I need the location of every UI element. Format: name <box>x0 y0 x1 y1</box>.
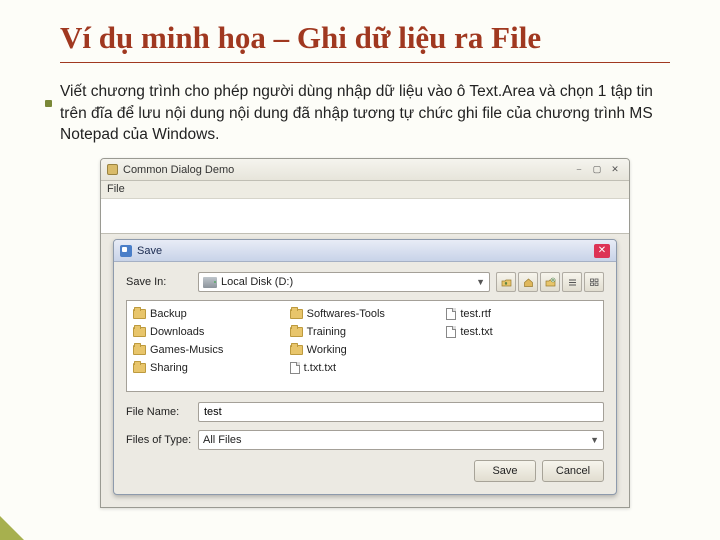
save-in-value: Local Disk (D:) <box>221 276 293 288</box>
app-title: Common Dialog Demo <box>123 164 234 176</box>
list-item[interactable]: Training <box>290 323 441 341</box>
detail-view-button[interactable] <box>584 272 604 292</box>
minimize-icon[interactable]: ⎯ <box>571 164 587 176</box>
folder-icon <box>133 345 146 355</box>
textarea-region[interactable] <box>101 199 629 234</box>
maximize-icon[interactable]: ▢ <box>589 164 605 176</box>
file-type-value: All Files <box>203 434 242 446</box>
folder-icon <box>133 309 146 319</box>
menubar: File <box>101 181 629 199</box>
java-icon <box>107 164 118 175</box>
folder-icon <box>290 327 303 337</box>
list-item[interactable]: Working <box>290 341 441 359</box>
save-button[interactable]: Save <box>474 460 536 482</box>
bullet-icon <box>45 100 52 107</box>
corner-decoration <box>0 516 24 540</box>
dialog-title: Save <box>137 245 162 257</box>
up-folder-button[interactable] <box>496 272 516 292</box>
file-name-input[interactable] <box>198 402 604 422</box>
close-icon[interactable]: ✕ <box>607 164 623 176</box>
list-item[interactable]: Sharing <box>133 359 284 377</box>
list-item[interactable]: Backup <box>133 305 284 323</box>
file-type-label: Files of Type: <box>126 434 198 446</box>
file-type-dropdown[interactable]: All Files ▼ <box>198 430 604 450</box>
list-item[interactable]: test.rtf <box>446 305 597 323</box>
list-item[interactable]: test.txt <box>446 323 597 341</box>
chevron-down-icon: ▼ <box>590 435 599 445</box>
floppy-icon <box>120 245 132 257</box>
save-dialog: Save ✕ Save In: Local Disk (D:) ▼ <box>113 239 617 495</box>
list-item[interactable]: t.txt.txt <box>290 359 441 377</box>
slide-body: Viết chương trình cho phép người dùng nh… <box>60 81 670 146</box>
list-item[interactable]: Softwares-Tools <box>290 305 441 323</box>
file-list[interactable]: Backup Softwares-Tools test.rtf Download… <box>126 300 604 392</box>
folder-icon <box>133 363 146 373</box>
folder-icon <box>133 327 146 337</box>
new-folder-button[interactable] <box>540 272 560 292</box>
save-in-label: Save In: <box>126 276 198 288</box>
app-titlebar: Common Dialog Demo ⎯ ▢ ✕ <box>101 159 629 181</box>
file-icon <box>290 362 300 374</box>
dialog-close-icon[interactable]: ✕ <box>594 244 610 258</box>
home-button[interactable] <box>518 272 538 292</box>
app-window: Common Dialog Demo ⎯ ▢ ✕ File Save ✕ Sav… <box>100 158 630 508</box>
dialog-titlebar: Save ✕ <box>114 240 616 262</box>
cancel-button[interactable]: Cancel <box>542 460 604 482</box>
file-icon <box>446 326 456 338</box>
drive-icon <box>203 277 217 288</box>
list-view-button[interactable] <box>562 272 582 292</box>
file-name-label: File Name: <box>126 406 198 418</box>
menu-file[interactable]: File <box>107 183 125 195</box>
list-item[interactable]: Games-Musics <box>133 341 284 359</box>
slide-title: Ví dụ minh họa – Ghi dữ liệu ra File <box>60 20 670 63</box>
folder-icon <box>290 309 303 319</box>
list-item[interactable]: Downloads <box>133 323 284 341</box>
chevron-down-icon: ▼ <box>476 277 485 287</box>
file-icon <box>446 308 456 320</box>
folder-icon <box>290 345 303 355</box>
save-in-dropdown[interactable]: Local Disk (D:) ▼ <box>198 272 490 292</box>
